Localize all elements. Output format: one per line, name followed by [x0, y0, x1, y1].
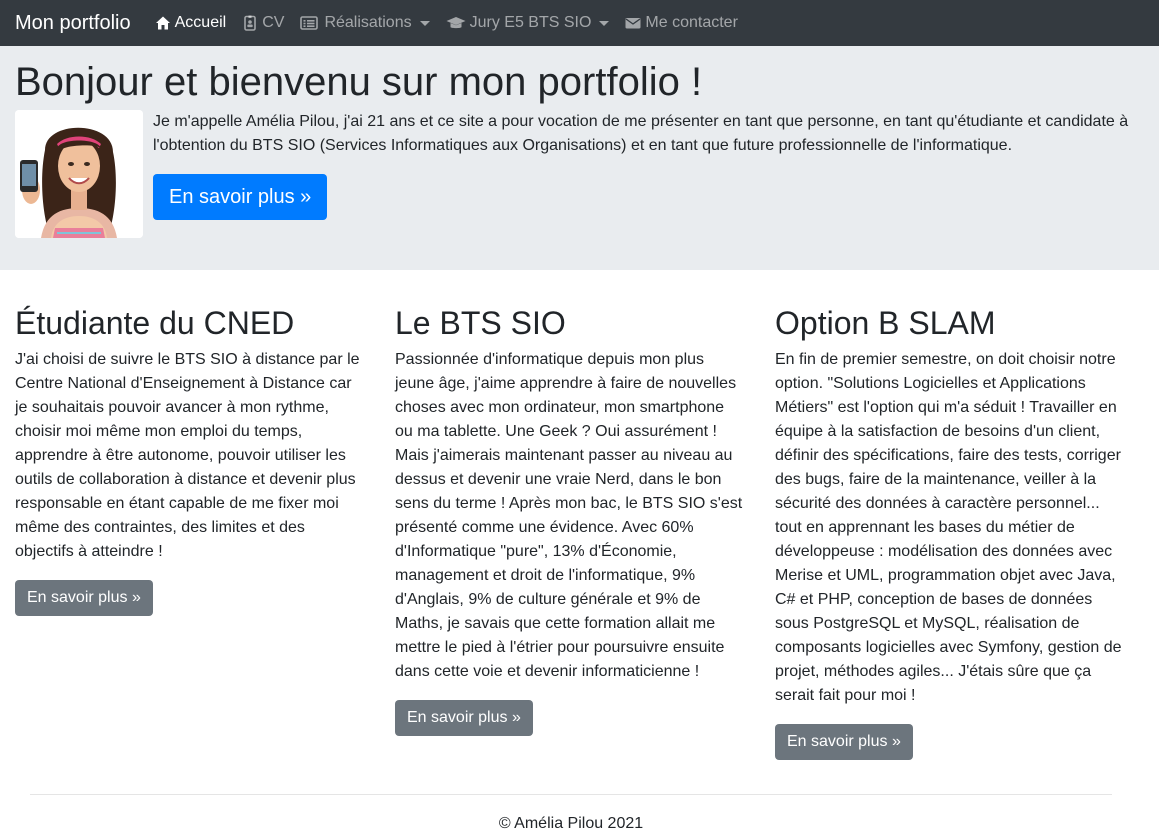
- column-cned: Étudiante du CNED J'ai choisi de suivre …: [15, 300, 365, 760]
- learn-more-button-main[interactable]: En savoir plus »: [153, 174, 328, 220]
- intro-text: Je m'appelle Amélia Pilou, j'ai 21 ans e…: [153, 110, 1144, 238]
- nav-item-label: CV: [262, 14, 285, 31]
- column-title: Le BTS SIO: [395, 305, 566, 341]
- nav-item-label: Réalisations: [324, 14, 412, 31]
- home-icon: [155, 15, 171, 31]
- navbar-brand[interactable]: Mon portfolio: [15, 8, 131, 38]
- navbar: Mon portfolio Accueil CV Réalisations Ju…: [0, 0, 1159, 46]
- column-bts-sio: Le BTS SIO Passionnée d'informatique dep…: [395, 300, 745, 760]
- intro: Je m'appelle Amélia Pilou, j'ai 21 ans e…: [15, 110, 1144, 238]
- footer-divider: [30, 794, 1112, 795]
- nav-item-label: Accueil: [174, 14, 227, 31]
- column-text: En fin de premier semestre, on doit choi…: [775, 351, 1122, 705]
- page-title: Bonjour et bienvenu sur mon portfolio !: [15, 60, 703, 104]
- id-badge-icon: [242, 15, 258, 31]
- nav-item-jury[interactable]: Jury E5 BTS SIO: [446, 11, 610, 35]
- learn-more-button-cned[interactable]: En savoir plus »: [15, 580, 153, 617]
- nav-item-label: Me contacter: [645, 14, 738, 31]
- column-title: Étudiante du CNED: [15, 305, 295, 341]
- intro-paragraph: Je m'appelle Amélia Pilou, j'ai 21 ans e…: [153, 113, 1129, 154]
- chevron-down-icon: [599, 20, 610, 26]
- nav-item-cv[interactable]: CV: [242, 11, 284, 35]
- column-text: J'ai choisi de suivre le BTS SIO à dista…: [15, 351, 360, 561]
- nav-item-contact[interactable]: Me contacter: [625, 11, 738, 35]
- footer: © Amélia Pilou 2021: [0, 812, 1142, 836]
- learn-more-button-slam[interactable]: En savoir plus »: [775, 724, 913, 761]
- nav-item-label: Jury E5 BTS SIO: [469, 14, 592, 31]
- learn-more-button-bts-sio[interactable]: En savoir plus »: [395, 700, 533, 737]
- jumbotron: Bonjour et bienvenu sur mon portfolio !: [0, 46, 1159, 270]
- footer-copyright: © Amélia Pilou 2021: [498, 815, 644, 832]
- envelope-icon: [625, 15, 641, 31]
- column-option-slam: Option B SLAM En fin de premier semestre…: [775, 300, 1125, 761]
- chevron-down-icon: [419, 20, 430, 26]
- list-alt-icon: [300, 15, 320, 31]
- nav-item-accueil[interactable]: Accueil: [155, 11, 227, 35]
- column-text: Passionnée d'informatique depuis mon plu…: [395, 351, 743, 681]
- graduation-cap-icon: [446, 15, 466, 31]
- content-columns: Étudiante du CNED J'ai choisi de suivre …: [0, 300, 1159, 761]
- column-title: Option B SLAM: [775, 305, 996, 341]
- nav-item-realisations[interactable]: Réalisations: [300, 11, 430, 35]
- avatar: [15, 110, 143, 238]
